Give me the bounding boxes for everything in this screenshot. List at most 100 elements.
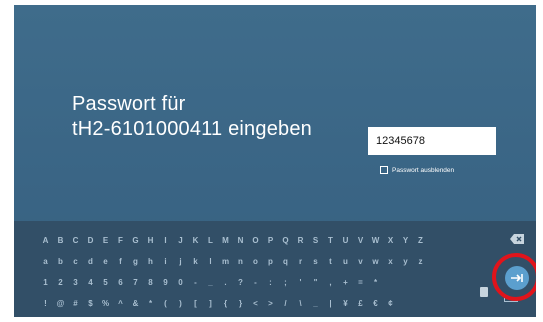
- key[interactable]: Q: [278, 236, 293, 245]
- key[interactable]: b: [53, 257, 68, 266]
- key[interactable]: N: [233, 236, 248, 245]
- key[interactable]: #: [68, 299, 83, 308]
- key[interactable]: !: [38, 299, 53, 308]
- delete-icon[interactable]: [480, 287, 488, 297]
- key[interactable]: 4: [83, 278, 98, 287]
- key[interactable]: J: [173, 236, 188, 245]
- key[interactable]: $: [83, 299, 98, 308]
- key[interactable]: &: [128, 299, 143, 308]
- key[interactable]: ¥: [338, 299, 353, 308]
- key[interactable]: <: [248, 299, 263, 308]
- key[interactable]: h: [143, 257, 158, 266]
- key[interactable]: -: [188, 278, 203, 287]
- key[interactable]: p: [263, 257, 278, 266]
- key[interactable]: H: [143, 236, 158, 245]
- key[interactable]: s: [308, 257, 323, 266]
- key[interactable]: F: [113, 236, 128, 245]
- key[interactable]: r: [293, 257, 308, 266]
- key[interactable]: K: [188, 236, 203, 245]
- key[interactable]: 5: [98, 278, 113, 287]
- key[interactable]: C: [68, 236, 83, 245]
- key[interactable]: n: [233, 257, 248, 266]
- key[interactable]: g: [128, 257, 143, 266]
- key[interactable]: e: [98, 257, 113, 266]
- key[interactable]: U: [338, 236, 353, 245]
- key[interactable]: l: [203, 257, 218, 266]
- key[interactable]: _: [203, 278, 218, 287]
- key[interactable]: a: [38, 257, 53, 266]
- key[interactable]: m: [218, 257, 233, 266]
- key[interactable]: R: [293, 236, 308, 245]
- key[interactable]: ¢: [383, 299, 398, 308]
- key[interactable]: %: [98, 299, 113, 308]
- key[interactable]: >: [263, 299, 278, 308]
- key[interactable]: j: [173, 257, 188, 266]
- key[interactable]: 3: [68, 278, 83, 287]
- key[interactable]: [: [188, 299, 203, 308]
- key[interactable]: ;: [278, 278, 293, 287]
- key[interactable]: k: [188, 257, 203, 266]
- key[interactable]: S: [308, 236, 323, 245]
- space-icon[interactable]: [504, 298, 518, 302]
- key[interactable]: }: [233, 299, 248, 308]
- key[interactable]: E: [98, 236, 113, 245]
- key[interactable]: x: [383, 257, 398, 266]
- key[interactable]: 0: [173, 278, 188, 287]
- key[interactable]: B: [53, 236, 68, 245]
- key[interactable]: L: [203, 236, 218, 245]
- backspace-icon[interactable]: [510, 231, 524, 244]
- key[interactable]: 8: [143, 278, 158, 287]
- key[interactable]: *: [143, 299, 158, 308]
- key[interactable]: T: [323, 236, 338, 245]
- key[interactable]: ": [308, 278, 323, 287]
- password-input[interactable]: [368, 127, 496, 155]
- key[interactable]: d: [83, 257, 98, 266]
- key[interactable]: Z: [413, 236, 428, 245]
- key[interactable]: .: [218, 278, 233, 287]
- key[interactable]: X: [383, 236, 398, 245]
- enter-button[interactable]: [505, 266, 529, 290]
- key[interactable]: +: [338, 278, 353, 287]
- key[interactable]: (: [158, 299, 173, 308]
- key[interactable]: 1: [38, 278, 53, 287]
- key[interactable]: :: [263, 278, 278, 287]
- key[interactable]: w: [368, 257, 383, 266]
- key[interactable]: I: [158, 236, 173, 245]
- key[interactable]: u: [338, 257, 353, 266]
- hide-password-checkbox[interactable]: [380, 166, 388, 174]
- key[interactable]: ^: [113, 299, 128, 308]
- key[interactable]: =: [353, 278, 368, 287]
- key[interactable]: o: [248, 257, 263, 266]
- key[interactable]: /: [278, 299, 293, 308]
- key[interactable]: 9: [158, 278, 173, 287]
- key[interactable]: ': [293, 278, 308, 287]
- key[interactable]: A: [38, 236, 53, 245]
- key[interactable]: *: [368, 278, 383, 287]
- key[interactable]: £: [353, 299, 368, 308]
- key[interactable]: ): [173, 299, 188, 308]
- key[interactable]: -: [248, 278, 263, 287]
- key[interactable]: v: [353, 257, 368, 266]
- key[interactable]: €: [368, 299, 383, 308]
- key[interactable]: q: [278, 257, 293, 266]
- key[interactable]: c: [68, 257, 83, 266]
- key[interactable]: |: [323, 299, 338, 308]
- key[interactable]: W: [368, 236, 383, 245]
- key[interactable]: V: [353, 236, 368, 245]
- key[interactable]: y: [398, 257, 413, 266]
- key[interactable]: 7: [128, 278, 143, 287]
- key[interactable]: @: [53, 299, 68, 308]
- key[interactable]: ,: [323, 278, 338, 287]
- key[interactable]: M: [218, 236, 233, 245]
- key[interactable]: O: [248, 236, 263, 245]
- key[interactable]: ?: [233, 278, 248, 287]
- key[interactable]: t: [323, 257, 338, 266]
- key[interactable]: P: [263, 236, 278, 245]
- key[interactable]: \: [293, 299, 308, 308]
- key[interactable]: {: [218, 299, 233, 308]
- key[interactable]: 2: [53, 278, 68, 287]
- key[interactable]: f: [113, 257, 128, 266]
- key[interactable]: 6: [113, 278, 128, 287]
- key[interactable]: D: [83, 236, 98, 245]
- key[interactable]: z: [413, 257, 428, 266]
